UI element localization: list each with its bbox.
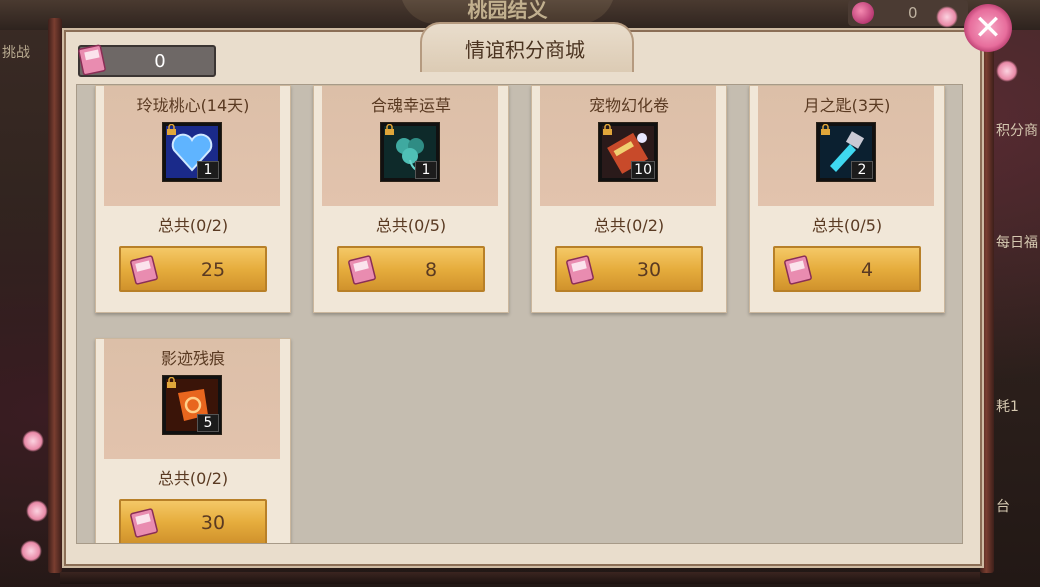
blossom-decoration <box>22 430 44 452</box>
purchase-limit: 总共(0/5) <box>811 216 883 235</box>
background-left-label: 挑战 <box>2 45 30 61</box>
shop-item-card: 月之匙(3天) 2 总共(0/5) 4 <box>749 85 945 313</box>
item-slot[interactable]: 1 <box>380 122 440 182</box>
item-price: 4 <box>860 259 874 281</box>
friendship-points-ticket-icon <box>784 255 812 285</box>
buy-button[interactable]: 30 <box>555 246 703 292</box>
item-name: 合魂幸运草 <box>370 96 451 115</box>
points-value: 0 <box>154 51 166 72</box>
lock-icon <box>385 124 394 135</box>
page-title: 情谊积分商城 <box>465 38 585 62</box>
lock-icon <box>821 124 830 135</box>
friendship-points-ticket-icon <box>130 255 158 285</box>
background-right-label-1: 积分商 <box>996 123 1038 139</box>
lock-icon <box>603 124 612 135</box>
item-name: 宠物幻化卷 <box>588 96 669 115</box>
blossom-decoration <box>936 6 958 28</box>
friendship-points-ticket-icon <box>130 508 158 538</box>
shop-item-card: 合魂幸运草 1 总共(0/5) 8 <box>313 85 509 313</box>
lock-icon <box>167 124 176 135</box>
item-name: 玲珑桃心(14天) <box>136 96 250 115</box>
item-price: 30 <box>636 259 662 281</box>
gem-count: 0 <box>908 4 918 22</box>
item-price: 30 <box>200 512 226 534</box>
background-event-title: 桃园结义 <box>400 0 615 24</box>
buy-button[interactable]: 25 <box>119 246 267 292</box>
purchase-limit: 总共(0/5) <box>375 216 447 235</box>
lock-icon <box>167 377 176 388</box>
item-slot[interactable]: 2 <box>816 122 876 182</box>
item-quantity: 2 <box>851 161 873 179</box>
shop-item-card: 宠物幻化卷 10 总共(0/2) 30 <box>531 85 727 313</box>
buy-button[interactable]: 4 <box>773 246 921 292</box>
background-right-label-3: 耗1 <box>996 399 1019 415</box>
points-display: 0 <box>78 44 216 77</box>
friendship-points-ticket-icon <box>78 44 106 75</box>
shop-item-card: 玲珑桃心(14天) 1 总共(0/2) 25 <box>95 85 291 313</box>
item-slot[interactable]: 5 <box>162 375 222 435</box>
blossom-decoration <box>26 500 48 522</box>
buy-button[interactable]: 8 <box>337 246 485 292</box>
gem-icon <box>852 2 874 24</box>
buy-button[interactable]: 30 <box>119 499 267 543</box>
blossom-decoration <box>996 60 1018 82</box>
item-quantity: 5 <box>197 414 219 432</box>
purchase-limit: 总共(0/2) <box>157 469 229 488</box>
item-price: 25 <box>200 259 226 281</box>
close-button[interactable]: ✕ <box>964 4 1012 52</box>
close-icon: ✕ <box>973 8 1003 48</box>
shop-item-card: 影迹残痕 5 总共(0/2) 30 <box>95 338 291 543</box>
item-grid[interactable]: 玲珑桃心(14天) 1 总共(0/2) 25 合魂幸运草 1 总共(0/5) 8… <box>76 84 963 544</box>
item-price: 8 <box>424 259 438 281</box>
background-right-label-4: 台 <box>996 499 1010 515</box>
item-quantity: 1 <box>197 161 219 179</box>
item-slot[interactable]: 1 <box>162 122 222 182</box>
item-quantity: 10 <box>631 161 655 179</box>
purchase-limit: 总共(0/2) <box>157 216 229 235</box>
bottom-border <box>60 572 980 584</box>
background-right-label-2: 每日福 <box>996 235 1038 251</box>
blossom-decoration <box>20 540 42 562</box>
item-name: 月之匙(3天) <box>803 96 891 115</box>
item-name: 影迹残痕 <box>160 349 225 368</box>
friendship-points-ticket-icon <box>348 255 376 285</box>
purchase-limit: 总共(0/2) <box>593 216 665 235</box>
scroll-rod-left <box>48 18 62 573</box>
item-quantity: 1 <box>415 161 437 179</box>
friendship-points-ticket-icon <box>566 255 594 285</box>
item-slot[interactable]: 10 <box>598 122 658 182</box>
